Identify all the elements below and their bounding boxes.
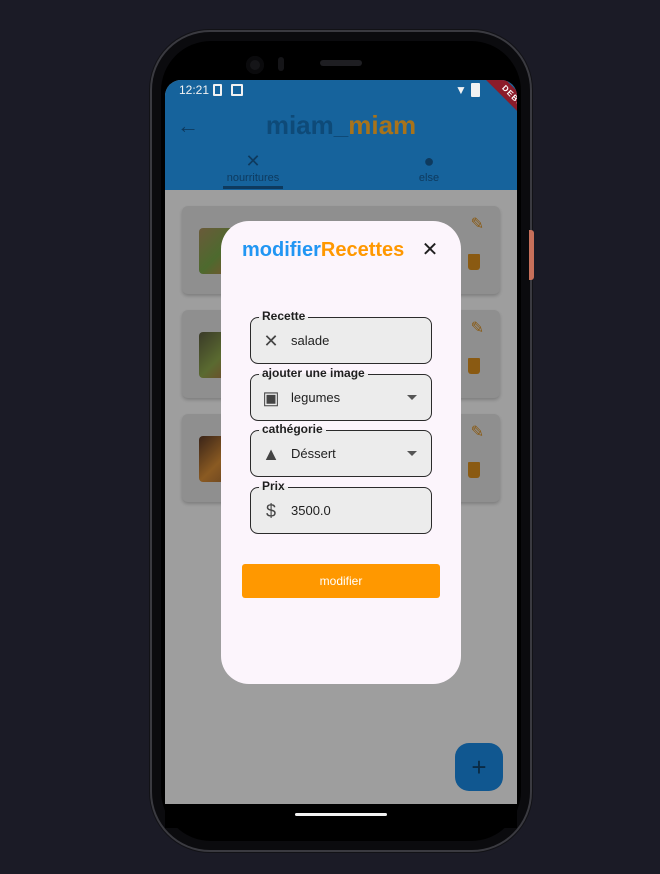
status-bar: 12:21 ▼ — [165, 80, 517, 102]
dialog-title-part1: modifier — [242, 239, 321, 261]
field-label: ajouter une image — [259, 366, 368, 380]
field-label: Recette — [259, 309, 309, 323]
wifi-icon: ▼ — [455, 83, 467, 97]
tab-label: else — [418, 172, 440, 184]
tab-indicator — [223, 186, 283, 189]
speaker-grille — [320, 60, 362, 66]
edit-icon[interactable]: ✎ — [471, 318, 484, 338]
field-value: Déssert — [291, 446, 336, 461]
dialog-title-part2: Recettes — [320, 239, 405, 261]
app-title: miam_miam — [165, 110, 517, 141]
restaurant-icon: ✕ — [245, 151, 261, 171]
home-indicator[interactable] — [295, 813, 387, 816]
sd-card-icon — [213, 84, 222, 96]
edit-icon[interactable]: ✎ — [471, 422, 484, 442]
restaurant-icon: ✕ — [263, 331, 279, 351]
field-value: salade — [291, 333, 330, 348]
field-value: 3500.0 — [291, 503, 331, 518]
tab-else[interactable]: ● else — [341, 150, 517, 184]
battery-icon — [471, 83, 480, 97]
category-icon: ▲ — [262, 444, 280, 464]
field-label: Prix — [259, 479, 288, 493]
camera-icon — [246, 56, 264, 74]
field-label: cathégorie — [259, 422, 326, 436]
dialog-title: modifierRecettes — [242, 239, 404, 262]
notification-icon — [231, 84, 243, 96]
image-icon: ▣ — [262, 388, 280, 408]
power-button — [529, 230, 534, 280]
status-time: 12:21 — [179, 83, 210, 97]
recipe-name-field[interactable]: Recette ✕ salade — [250, 309, 432, 364]
delete-icon[interactable] — [468, 254, 480, 270]
tab-label: nourritures — [226, 172, 280, 184]
dollar-icon: $ — [265, 501, 276, 521]
app-title-part2: miam — [348, 110, 417, 140]
sensor-icon — [278, 57, 284, 71]
dropdown-arrow-icon — [407, 451, 417, 456]
tab-nourritures[interactable]: ✕ nourritures — [165, 150, 341, 184]
dropdown-arrow-icon — [407, 395, 417, 400]
add-button[interactable]: + — [455, 743, 503, 791]
modify-button[interactable]: modifier — [242, 564, 440, 598]
person-icon: ● — [423, 151, 435, 171]
navigation-bar — [165, 804, 517, 828]
edit-icon[interactable]: ✎ — [471, 214, 484, 234]
delete-icon[interactable] — [468, 358, 480, 374]
app-bar: 12:21 ▼ DEBUG ← miam_miam ✕ nourritures … — [165, 80, 517, 190]
field-value: legumes — [291, 390, 341, 405]
category-select[interactable]: cathégorie ▲ Déssert — [250, 422, 432, 477]
app-title-part1: miam_ — [265, 110, 349, 140]
delete-icon[interactable] — [468, 462, 480, 478]
close-icon[interactable]: ✕ — [419, 239, 441, 261]
edit-recipe-dialog: modifierRecettes ✕ Recette ✕ salade ajou… — [221, 221, 461, 684]
price-field[interactable]: Prix $ 3500.0 — [250, 479, 432, 534]
image-select[interactable]: ajouter une image ▣ legumes — [250, 366, 432, 421]
